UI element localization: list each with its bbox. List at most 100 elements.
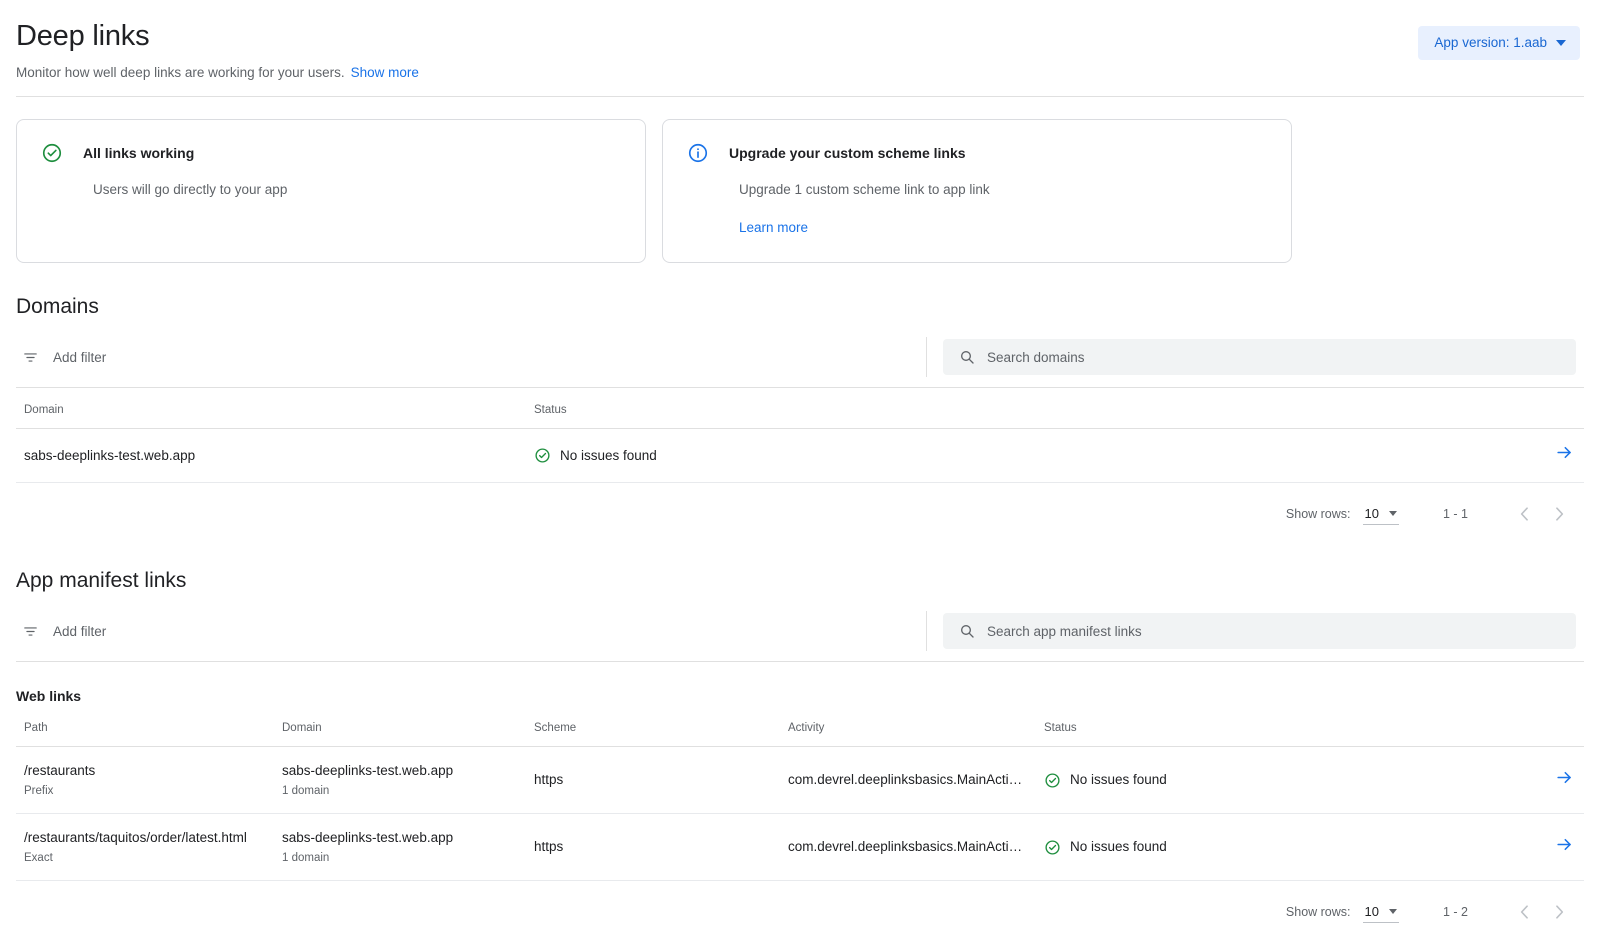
- activity-value: com.devrel.deeplinksbasics.MainActiv…: [788, 837, 1028, 857]
- cell-action: [1514, 429, 1584, 483]
- page-range-label: 1 - 2: [1443, 905, 1468, 919]
- card-all-links-working: All links working Users will go directly…: [16, 119, 646, 263]
- toolbar-divider: [926, 337, 927, 377]
- info-circle-icon: [687, 142, 709, 164]
- domains-filter-area[interactable]: Add filter: [16, 337, 926, 377]
- status-text: No issues found: [1070, 837, 1167, 857]
- app-version-label: App version: 1.aab: [1434, 34, 1547, 52]
- cell-status: No issues found: [526, 429, 1514, 483]
- domain-value: sabs-deeplinks-test.web.app: [282, 763, 453, 778]
- column-header-domain: Domain: [274, 706, 526, 747]
- search-icon: [959, 623, 975, 639]
- activity-value: com.devrel.deeplinksbasics.MainActiv…: [788, 770, 1028, 790]
- column-header-action: [1514, 706, 1584, 747]
- rows-per-page-select[interactable]: 10: [1363, 902, 1399, 923]
- domains-table-body: sabs-deeplinks-test.web.app No issues fo…: [16, 429, 1584, 483]
- domains-search-placeholder: Search domains: [987, 350, 1085, 365]
- page-range-label: 1 - 1: [1443, 507, 1468, 521]
- arrow-right-icon[interactable]: [1555, 443, 1574, 462]
- path-value: /restaurants/taquitos/order/latest.html: [24, 830, 247, 845]
- learn-more-link[interactable]: Learn more: [739, 220, 808, 235]
- table-row[interactable]: sabs-deeplinks-test.web.app No issues fo…: [16, 429, 1584, 483]
- chevron-right-icon: [1549, 504, 1569, 524]
- show-rows-label: Show rows:: [1286, 507, 1351, 521]
- manifest-search-input[interactable]: Search app manifest links: [943, 613, 1576, 649]
- domains-pagination: Show rows: 10 1 - 1: [16, 483, 1584, 537]
- column-header-status: Status: [526, 388, 1514, 429]
- prev-page-button[interactable]: [1508, 895, 1542, 925]
- arrow-right-icon[interactable]: [1555, 835, 1574, 854]
- domains-add-filter-label: Add filter: [53, 350, 106, 365]
- status-badge: No issues found: [1044, 770, 1506, 790]
- show-more-link[interactable]: Show more: [351, 65, 419, 80]
- column-header-path: Path: [16, 706, 274, 747]
- card-title: Upgrade your custom scheme links: [729, 143, 966, 163]
- card-title: All links working: [83, 143, 194, 163]
- check-circle-icon: [1044, 772, 1061, 789]
- chevron-down-icon: [1389, 511, 1397, 516]
- domains-section-title: Domains: [16, 293, 1584, 321]
- domains-section: Domains Add filter: [16, 293, 1584, 537]
- web-links-table-head: Path Domain Scheme Activity Status: [16, 706, 1584, 747]
- cell-path: /restaurants Prefix: [16, 747, 274, 814]
- check-circle-icon: [41, 142, 63, 164]
- status-badge: No issues found: [1044, 837, 1506, 857]
- column-header-activity: Activity: [780, 706, 1036, 747]
- manifest-section-title: App manifest links: [16, 567, 1584, 595]
- status-text: No issues found: [1070, 770, 1167, 790]
- page-subtitle-text: Monitor how well deep links are working …: [16, 65, 345, 80]
- table-header-row: Domain Status: [16, 388, 1584, 429]
- rows-per-page-select[interactable]: 10: [1363, 504, 1399, 525]
- toolbar-divider: [926, 611, 927, 651]
- web-links-subsection-title: Web links: [16, 686, 1584, 706]
- cell-scheme: https: [526, 747, 780, 814]
- web-links-table: Path Domain Scheme Activity Status /rest…: [16, 706, 1584, 881]
- page-title: Deep links: [16, 18, 1584, 54]
- cell-activity: com.devrel.deeplinksbasics.MainActiv…: [780, 814, 1036, 881]
- rows-per-page-value: 10: [1365, 904, 1379, 919]
- rows-per-page-value: 10: [1365, 506, 1379, 521]
- table-row[interactable]: /restaurants Prefix sabs-deeplinks-test.…: [16, 747, 1584, 814]
- web-links-table-body: /restaurants Prefix sabs-deeplinks-test.…: [16, 747, 1584, 881]
- check-circle-icon: [534, 447, 551, 464]
- prev-page-button[interactable]: [1508, 497, 1542, 531]
- domains-search-input[interactable]: Search domains: [943, 339, 1576, 375]
- chevron-right-icon: [1549, 902, 1569, 922]
- cell-action: [1514, 747, 1584, 814]
- manifest-search-placeholder: Search app manifest links: [987, 624, 1142, 639]
- card-header: All links working: [41, 142, 621, 164]
- domain-value: sabs-deeplinks-test.web.app: [282, 830, 453, 845]
- domains-table: Domain Status sabs-deeplinks-test.web.ap…: [16, 388, 1584, 483]
- status-cards: All links working Users will go directly…: [16, 119, 1584, 263]
- column-header-scheme: Scheme: [526, 706, 780, 747]
- check-circle-icon: [1044, 839, 1061, 856]
- search-icon: [959, 349, 975, 365]
- next-page-button[interactable]: [1542, 497, 1576, 531]
- table-row[interactable]: /restaurants/taquitos/order/latest.html …: [16, 814, 1584, 881]
- cell-status: No issues found: [1036, 747, 1514, 814]
- domain-count: 1 domain: [282, 850, 518, 866]
- chevron-down-icon: [1556, 40, 1566, 46]
- chevron-left-icon: [1515, 902, 1535, 922]
- cell-domain: sabs-deeplinks-test.web.app: [16, 429, 526, 483]
- manifest-add-filter-label: Add filter: [53, 624, 106, 639]
- manifest-toolbar: Add filter Search app manifest links: [16, 611, 1584, 662]
- column-header-domain: Domain: [16, 388, 526, 429]
- show-rows-label: Show rows:: [1286, 905, 1351, 919]
- domains-toolbar: Add filter Search domains: [16, 337, 1584, 388]
- cell-path: /restaurants/taquitos/order/latest.html …: [16, 814, 274, 881]
- app-manifest-links-section: App manifest links Add filter: [16, 567, 1584, 925]
- app-version-dropdown[interactable]: App version: 1.aab: [1418, 26, 1580, 60]
- manifest-filter-area[interactable]: Add filter: [16, 611, 926, 651]
- domains-table-head: Domain Status: [16, 388, 1584, 429]
- cell-scheme: https: [526, 814, 780, 881]
- cell-status: No issues found: [1036, 814, 1514, 881]
- cell-domain: sabs-deeplinks-test.web.app 1 domain: [274, 747, 526, 814]
- card-body-text: Upgrade 1 custom scheme link to app link: [739, 180, 1267, 200]
- web-links-pagination: Show rows: 10 1 - 2: [16, 881, 1584, 925]
- next-page-button[interactable]: [1542, 895, 1576, 925]
- arrow-right-icon[interactable]: [1555, 768, 1574, 787]
- page-subtitle: Monitor how well deep links are working …: [16, 64, 1584, 82]
- card-body-text: Users will go directly to your app: [93, 180, 621, 200]
- cell-domain: sabs-deeplinks-test.web.app 1 domain: [274, 814, 526, 881]
